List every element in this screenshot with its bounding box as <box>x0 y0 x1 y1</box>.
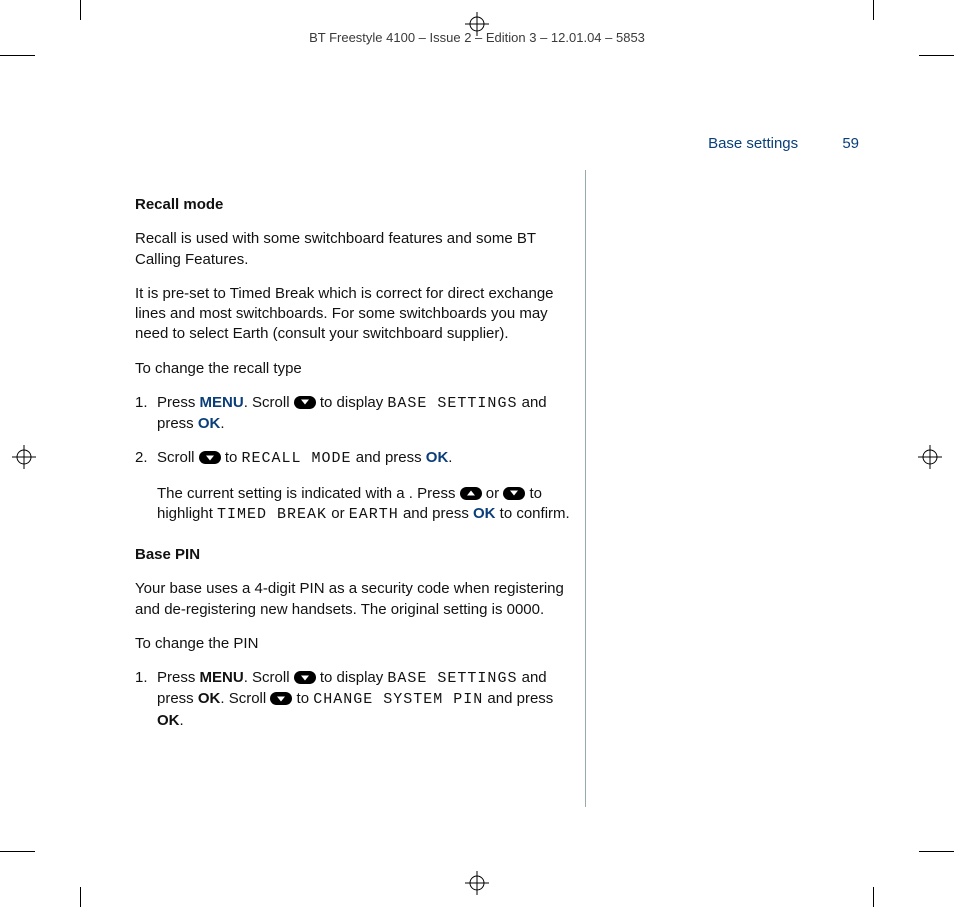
down-arrow-key-icon <box>503 487 525 500</box>
paragraph: Your base uses a 4-digit PIN as a securi… <box>135 579 575 620</box>
crop-mark <box>873 0 874 20</box>
text: Press <box>157 669 200 686</box>
column-divider <box>585 170 586 807</box>
paragraph: The current setting is indicated with a … <box>157 484 575 526</box>
steps-recall: Press MENU. Scroll to display BASE SETTI… <box>135 393 575 525</box>
key-ok: OK <box>157 712 180 729</box>
paragraph: To change the recall type <box>135 359 575 379</box>
down-arrow-key-icon <box>270 692 292 705</box>
left-column: Recall mode Recall is used with some swi… <box>135 195 575 745</box>
lcd-text: CHANGE SYSTEM PIN <box>313 691 483 708</box>
down-arrow-key-icon <box>294 671 316 684</box>
text: . <box>180 712 184 729</box>
running-head: Base settings 59 <box>708 135 859 152</box>
page: BT Freestyle 4100 – Issue 2 – Edition 3 … <box>0 0 954 907</box>
text: or <box>482 485 504 502</box>
key-ok: OK <box>426 449 449 466</box>
text: The current setting is indicated with a … <box>157 485 460 502</box>
registration-mark-icon <box>465 871 489 895</box>
text: . Scroll <box>244 394 294 411</box>
up-arrow-key-icon <box>460 487 482 500</box>
text: and press <box>399 505 473 522</box>
down-arrow-key-icon <box>294 396 316 409</box>
text: and press <box>483 690 553 707</box>
text: or <box>327 505 349 522</box>
lcd-text: EARTH <box>349 506 399 523</box>
crop-mark <box>0 55 35 56</box>
text: to <box>292 690 313 707</box>
lcd-text: RECALL MODE <box>242 450 352 467</box>
text: Scroll <box>157 449 199 466</box>
text: and press <box>352 449 426 466</box>
crop-mark <box>873 887 874 907</box>
crop-mark <box>80 887 81 907</box>
content-area: Recall mode Recall is used with some swi… <box>95 170 885 847</box>
crop-mark <box>919 55 954 56</box>
text: to confirm. <box>496 505 570 522</box>
heading-base-pin: Base PIN <box>135 545 575 565</box>
crop-mark <box>80 0 81 20</box>
lcd-text: BASE SETTINGS <box>387 670 517 687</box>
text: to <box>221 449 242 466</box>
text: . Scroll <box>220 690 270 707</box>
registration-mark-icon <box>918 445 942 469</box>
key-ok: OK <box>198 690 221 707</box>
crop-mark <box>0 851 35 852</box>
registration-mark-icon <box>12 445 36 469</box>
down-arrow-key-icon <box>199 451 221 464</box>
text: to display <box>316 669 388 686</box>
step: Scroll to RECALL MODE and press OK. The … <box>135 448 575 525</box>
key-ok: OK <box>198 415 221 432</box>
crop-mark <box>919 851 954 852</box>
paragraph: Recall is used with some switchboard fea… <box>135 229 575 270</box>
text: . <box>448 449 452 466</box>
text: to display <box>316 394 388 411</box>
lcd-text: TIMED BREAK <box>217 506 327 523</box>
steps-pin: Press MENU. Scroll to display BASE SETTI… <box>135 668 575 731</box>
section-title: Base settings <box>708 135 798 152</box>
text: . <box>220 415 224 432</box>
key-menu: MENU <box>200 394 244 411</box>
text: . Scroll <box>244 669 294 686</box>
lcd-text: BASE SETTINGS <box>387 395 517 412</box>
step: Press MENU. Scroll to display BASE SETTI… <box>135 668 575 731</box>
text: Press <box>157 394 200 411</box>
step: Press MENU. Scroll to display BASE SETTI… <box>135 393 575 435</box>
page-number: 59 <box>842 135 859 152</box>
heading-recall-mode: Recall mode <box>135 195 575 215</box>
key-ok: OK <box>473 505 496 522</box>
paragraph: To change the PIN <box>135 634 575 654</box>
paragraph: It is pre-set to Timed Break which is co… <box>135 284 575 345</box>
key-menu: MENU <box>200 669 244 686</box>
document-header: BT Freestyle 4100 – Issue 2 – Edition 3 … <box>0 30 954 45</box>
